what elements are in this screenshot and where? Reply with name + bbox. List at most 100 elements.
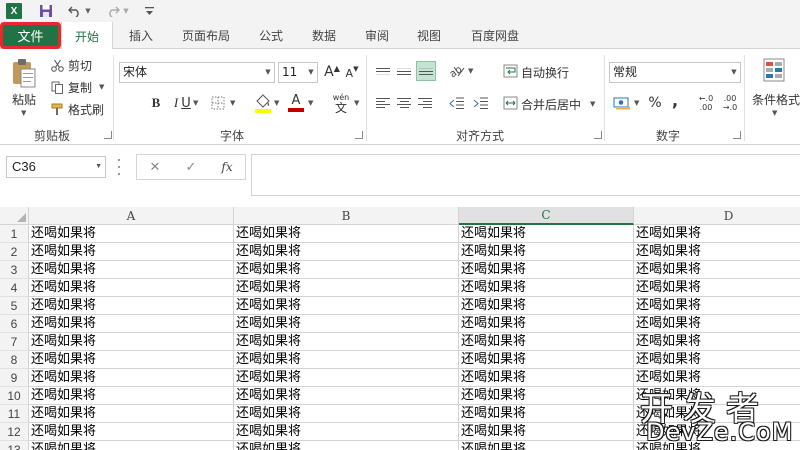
cell-d9[interactable]: 还喝如果将 [634,369,800,387]
format-painter-button[interactable]: 格式刷 [68,101,104,118]
format-painter-icon[interactable] [50,102,64,116]
row-header[interactable]: 8 [0,351,29,369]
underline-dropdown-icon[interactable]: ▼ [193,99,198,107]
cell-a3[interactable]: 还喝如果将 [29,261,234,279]
row-header[interactable]: 1 [0,225,29,243]
cell-c2[interactable]: 还喝如果将 [459,243,634,261]
merge-center-icon[interactable] [502,95,518,111]
undo-dropdown-icon[interactable]: ▼ [84,2,92,20]
paste-dropdown-icon[interactable]: ▼ [21,109,26,117]
cell-d6[interactable]: 还喝如果将 [634,315,800,333]
decrease-indent-icon[interactable] [448,95,466,111]
copy-button[interactable]: 复制 [68,79,92,96]
insert-function-icon[interactable]: fx [217,158,237,176]
cell-b3[interactable]: 还喝如果将 [234,261,459,279]
tab-home[interactable]: 开始 [61,22,113,50]
cell-a7[interactable]: 还喝如果将 [29,333,234,351]
cell-b11[interactable]: 还喝如果将 [234,405,459,423]
cell-b5[interactable]: 还喝如果将 [234,297,459,315]
row-header[interactable]: 4 [0,279,29,297]
column-header-d[interactable]: D [634,207,800,225]
phonetic-dropdown-icon[interactable]: ▼ [354,99,359,107]
merge-dropdown-icon[interactable]: ▼ [590,100,595,108]
cell-d10[interactable]: 还喝如果将 [634,387,800,405]
font-size-select[interactable]: 11 ▼ [278,62,318,83]
cell-b6[interactable]: 还喝如果将 [234,315,459,333]
phonetic-icon[interactable]: wén 文 [330,92,352,114]
align-top-icon[interactable] [374,63,392,79]
cell-c12[interactable]: 还喝如果将 [459,423,634,441]
cell-a13[interactable]: 还喝如果将 [29,441,234,450]
merge-center-button[interactable]: 合并后居中 [521,96,581,113]
cell-d12[interactable]: 还喝如果将 [634,423,800,441]
row-header[interactable]: 2 [0,243,29,261]
cell-c6[interactable]: 还喝如果将 [459,315,634,333]
cell-d7[interactable]: 还喝如果将 [634,333,800,351]
cell-c1[interactable]: 还喝如果将 [459,225,634,243]
cell-b8[interactable]: 还喝如果将 [234,351,459,369]
align-center-icon[interactable] [395,95,413,111]
row-header[interactable]: 12 [0,423,29,441]
cell-d4[interactable]: 还喝如果将 [634,279,800,297]
conditional-format-button[interactable]: 条件格式 [752,91,800,108]
shrink-font-icon[interactable]: A ▼ [345,65,359,81]
cell-c13[interactable]: 还喝如果将 [459,441,634,450]
cell-a10[interactable]: 还喝如果将 [29,387,234,405]
cell-b7[interactable]: 还喝如果将 [234,333,459,351]
cell-d11[interactable]: 还喝如果将 [634,405,800,423]
borders-icon[interactable] [210,95,226,111]
cell-a9[interactable]: 还喝如果将 [29,369,234,387]
cell-d1[interactable]: 还喝如果将 [634,225,800,243]
cell-a1[interactable]: 还喝如果将 [29,225,234,243]
bold-button[interactable]: B [148,94,164,112]
increase-decimal-button[interactable]: ←.0.00 [696,92,716,114]
fill-color-dropdown-icon[interactable]: ▼ [274,99,279,107]
save-icon[interactable] [38,2,54,20]
cell-c10[interactable]: 还喝如果将 [459,387,634,405]
cell-b1[interactable]: 还喝如果将 [234,225,459,243]
cell-d13[interactable]: 还喝如果将 [634,441,800,450]
redo-dropdown-icon[interactable]: ▼ [122,2,130,20]
wrap-text-button[interactable]: 自动换行 [521,64,569,81]
tab-view[interactable]: 视图 [407,22,451,49]
wrap-text-icon[interactable] [502,63,518,79]
number-launcher-icon[interactable] [733,131,741,139]
accounting-dropdown-icon[interactable]: ▼ [634,99,639,107]
redo-icon[interactable] [106,2,120,20]
cell-c11[interactable]: 还喝如果将 [459,405,634,423]
cell-d8[interactable]: 还喝如果将 [634,351,800,369]
cell-a8[interactable]: 还喝如果将 [29,351,234,369]
row-header[interactable]: 3 [0,261,29,279]
cell-a4[interactable]: 还喝如果将 [29,279,234,297]
font-color-icon[interactable]: A [287,93,305,113]
grow-font-icon[interactable]: A ▲ [324,63,340,81]
tab-formulas[interactable]: 公式 [250,22,292,49]
tab-baidu-netdisk[interactable]: 百度网盘 [462,22,528,49]
align-bottom-icon[interactable] [416,61,436,81]
decrease-decimal-button[interactable]: .00 →.0 [720,92,740,114]
font-launcher-icon[interactable] [355,131,363,139]
tab-data[interactable]: 数据 [302,22,346,49]
cell-c7[interactable]: 还喝如果将 [459,333,634,351]
row-header[interactable]: 10 [0,387,29,405]
undo-icon[interactable] [68,2,82,20]
borders-dropdown-icon[interactable]: ▼ [230,99,235,107]
cut-button[interactable]: 剪切 [68,57,92,74]
paste-button[interactable]: 粘贴 [12,91,36,108]
row-header[interactable]: 5 [0,297,29,315]
customize-toolbar-icon[interactable] [144,2,154,20]
underline-button[interactable]: U [169,94,191,112]
row-header[interactable]: 7 [0,333,29,351]
row-header[interactable]: 6 [0,315,29,333]
number-format-select[interactable]: 常规 ▼ [609,62,741,83]
conditional-format-dropdown-icon[interactable]: ▼ [772,109,777,117]
cell-a2[interactable]: 还喝如果将 [29,243,234,261]
cell-b9[interactable]: 还喝如果将 [234,369,459,387]
cell-c5[interactable]: 还喝如果将 [459,297,634,315]
font-color-dropdown-icon[interactable]: ▼ [308,99,313,107]
cut-icon[interactable] [50,58,64,72]
row-header[interactable]: 9 [0,369,29,387]
cancel-icon[interactable]: ✕ [145,158,165,176]
resize-handle-icon[interactable] [116,159,122,175]
align-middle-icon[interactable] [395,63,413,79]
